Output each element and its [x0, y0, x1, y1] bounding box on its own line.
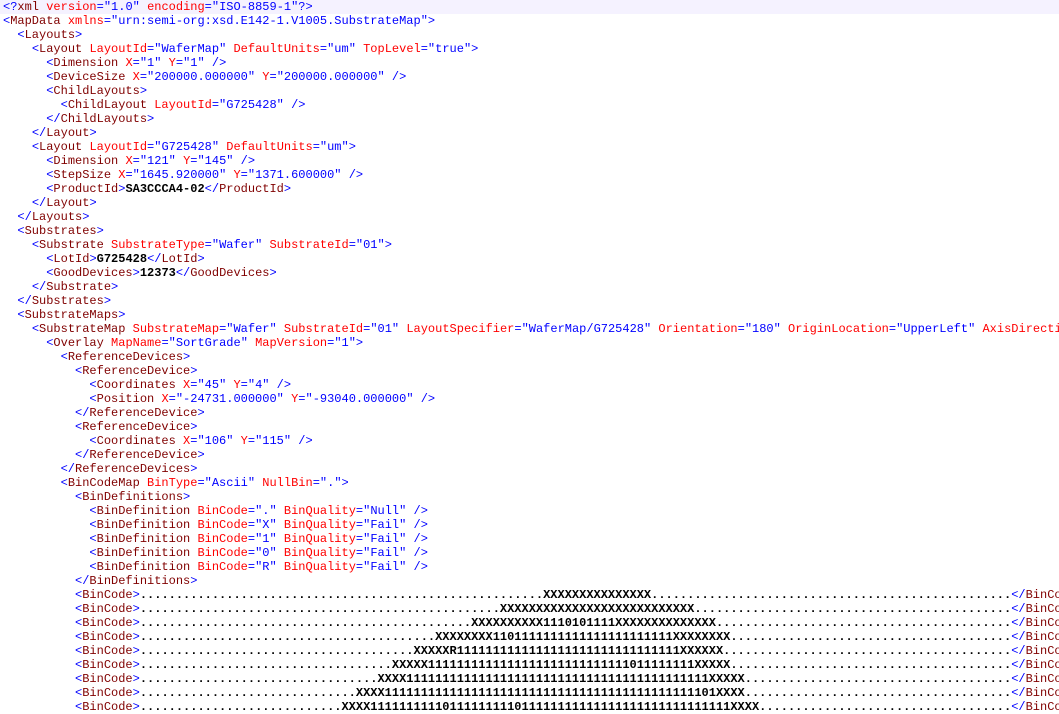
xml-line: <ReferenceDevice> — [0, 420, 1059, 434]
xml-line: <BinCode>...............................… — [0, 658, 1059, 672]
xml-line: <ReferenceDevice> — [0, 364, 1059, 378]
xml-line: </BinDefinitions> — [0, 574, 1059, 588]
xml-line: <MapData xmlns="urn:semi-org:xsd.E142-1.… — [0, 14, 1059, 28]
xml-line: </ReferenceDevices> — [0, 462, 1059, 476]
xml-line: <BinCodeMap BinType="Ascii" NullBin="."> — [0, 476, 1059, 490]
xml-line: <BinDefinition BinCode="R" BinQuality="F… — [0, 560, 1059, 574]
xml-line: <BinCode>...............................… — [0, 630, 1059, 644]
xml-line: <Dimension X="121" Y="145" /> — [0, 154, 1059, 168]
xml-line: <?xml version="1.0" encoding="ISO-8859-1… — [0, 0, 1059, 14]
xml-line: <LotId>G725428</LotId> — [0, 252, 1059, 266]
xml-line: <BinDefinitions> — [0, 490, 1059, 504]
xml-line: <SubstrateMaps> — [0, 308, 1059, 322]
xml-line: <BinDefinition BinCode="1" BinQuality="F… — [0, 532, 1059, 546]
xml-line: <GoodDevices>12373</GoodDevices> — [0, 266, 1059, 280]
xml-line: <Layout LayoutId="WaferMap" DefaultUnits… — [0, 42, 1059, 56]
xml-line: <BinCode>..............................X… — [0, 686, 1059, 700]
xml-line: <Coordinates X="106" Y="115" /> — [0, 434, 1059, 448]
xml-line: </ReferenceDevice> — [0, 406, 1059, 420]
xml-line: <BinCode>...............................… — [0, 588, 1059, 602]
xml-line: <BinCode>...............................… — [0, 616, 1059, 630]
xml-line: <BinCode>...............................… — [0, 644, 1059, 658]
xml-line: <Layout LayoutId="G725428" DefaultUnits=… — [0, 140, 1059, 154]
xml-line: <BinCode>...............................… — [0, 602, 1059, 616]
xml-line: </ChildLayouts> — [0, 112, 1059, 126]
xml-line: <Substrate SubstrateType="Wafer" Substra… — [0, 238, 1059, 252]
xml-line: <Position X="-24731.000000" Y="-93040.00… — [0, 392, 1059, 406]
xml-line: <BinDefinition BinCode="X" BinQuality="F… — [0, 518, 1059, 532]
xml-line: </ReferenceDevice> — [0, 448, 1059, 462]
xml-line: </Layouts> — [0, 210, 1059, 224]
xml-line: <BinCode>...............................… — [0, 672, 1059, 686]
xml-line: </Layout> — [0, 196, 1059, 210]
xml-line: </Layout> — [0, 126, 1059, 140]
xml-line: <StepSize X="1645.920000" Y="1371.600000… — [0, 168, 1059, 182]
xml-line: <Overlay MapName="SortGrade" MapVersion=… — [0, 336, 1059, 350]
xml-line: <BinDefinition BinCode="0" BinQuality="F… — [0, 546, 1059, 560]
xml-line: <DeviceSize X="200000.000000" Y="200000.… — [0, 70, 1059, 84]
xml-line: </Substrate> — [0, 280, 1059, 294]
xml-line: <ReferenceDevices> — [0, 350, 1059, 364]
xml-line: <BinDefinition BinCode="." BinQuality="N… — [0, 504, 1059, 518]
xml-line: <BinCode>............................XXX… — [0, 700, 1059, 714]
xml-line: <Substrates> — [0, 224, 1059, 238]
xml-line: <ProductId>SA3CCCA4-02</ProductId> — [0, 182, 1059, 196]
xml-line: <SubstrateMap SubstrateMap="Wafer" Subst… — [0, 322, 1059, 336]
xml-line: <Layouts> — [0, 28, 1059, 42]
xml-line: </Substrates> — [0, 294, 1059, 308]
xml-line: <ChildLayouts> — [0, 84, 1059, 98]
xml-line: <Coordinates X="45" Y="4" /> — [0, 378, 1059, 392]
xml-line: <ChildLayout LayoutId="G725428" /> — [0, 98, 1059, 112]
xml-line: <Dimension X="1" Y="1" /> — [0, 56, 1059, 70]
xml-viewer: <?xml version="1.0" encoding="ISO-8859-1… — [0, 0, 1059, 714]
